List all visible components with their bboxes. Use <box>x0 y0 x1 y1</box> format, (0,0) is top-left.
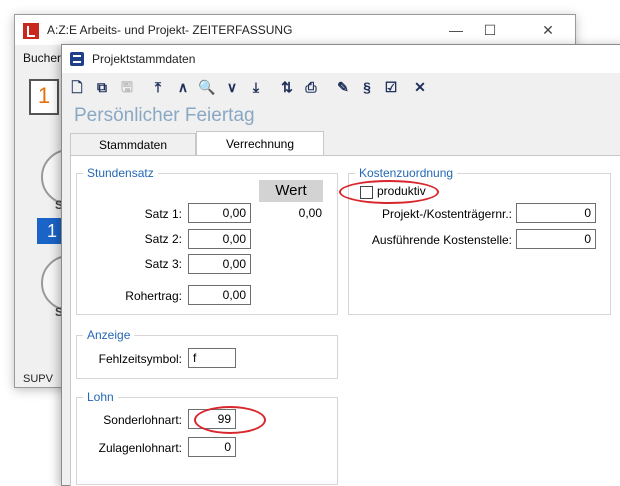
dialog-titlebar: Projektstammdaten <box>62 45 620 73</box>
fehlzeitsymbol-field[interactable]: f <box>188 348 236 368</box>
save-icon[interactable]: 🖫 <box>118 77 136 97</box>
satz2-field[interactable]: 0,00 <box>188 229 251 249</box>
fehlzeitsymbol-label: Fehlzeitsymbol: <box>98 352 182 366</box>
print-icon[interactable]: ⎙ <box>302 77 320 97</box>
first-record-icon[interactable]: ⤒ <box>149 77 167 97</box>
kostenstelle-label: Ausführende Kostenstelle: <box>371 233 512 247</box>
close-window-icon[interactable]: ✕ <box>539 21 557 39</box>
copy-icon[interactable]: ⧉ <box>93 77 111 97</box>
annotation-ellipse-produktiv <box>339 180 439 204</box>
status-bar: SUPV I <box>23 373 63 385</box>
menu-item-buchen[interactable]: Bucher <box>23 51 61 65</box>
rohertrag-label: Rohertrag: <box>125 289 182 303</box>
sort-icon[interactable]: ⇅ <box>278 77 296 97</box>
search-icon[interactable]: 🔍 <box>198 77 216 97</box>
new-icon[interactable]: 🗋 <box>68 77 86 97</box>
main-window-title: A:Z:E Arbeits- und Projekt- ZEITERFASSUN… <box>47 23 293 37</box>
page-title: Persönlicher Feiertag <box>74 105 255 126</box>
satz3-label: Satz 3: <box>144 257 182 271</box>
pen-edit-icon[interactable]: ✎ <box>334 77 352 97</box>
paragraph-icon[interactable]: § <box>358 77 376 97</box>
group-title-stundensatz: Stundensatz <box>83 166 158 180</box>
group-title-lohn: Lohn <box>83 390 118 404</box>
group-title-kostenzuordnung: Kostenzuordnung <box>355 166 458 180</box>
app-logo-icon <box>23 23 39 39</box>
status-text: SUPV <box>23 373 53 385</box>
dialog-title: Projektstammdaten <box>92 52 196 66</box>
group-title-anzeige: Anzeige <box>83 328 135 342</box>
maximize-icon[interactable]: ☐ <box>481 21 499 39</box>
wert-value: 0,00 <box>298 206 322 220</box>
previous-record-icon[interactable]: ∧ <box>174 77 192 97</box>
checklist-icon[interactable]: ☑ <box>382 77 400 97</box>
toolbar: 🗋 ⧉ 🖫 ⤒ ∧ 🔍 ∨ ⤓ ⇅ ⎙ ✎ § ☑ ✕ <box>62 75 620 101</box>
sonderlohnart-label: Sonderlohnart: <box>103 413 182 427</box>
tab-stammdaten[interactable]: Stammdaten <box>70 133 196 155</box>
zulagenlohnart-label: Zulagenlohnart: <box>98 441 182 455</box>
annotation-ellipse-sonderlohnart <box>194 406 266 434</box>
minimize-icon[interactable]: — <box>447 21 465 39</box>
big-number-badge[interactable]: 1 <box>29 79 59 115</box>
next-record-icon[interactable]: ∨ <box>223 77 241 97</box>
projekt-field[interactable]: 0 <box>516 203 596 223</box>
tab-verrechnung[interactable]: Verrechnung <box>196 131 324 156</box>
main-titlebar: A:Z:E Arbeits- und Projekt- ZEITERFASSUN… <box>15 15 575 45</box>
satz1-field[interactable]: 0,00 <box>188 203 251 223</box>
rohertrag-field[interactable]: 0,00 <box>188 285 251 305</box>
zulagenlohnart-field[interactable]: 0 <box>188 437 236 457</box>
wert-column-header: Wert <box>259 180 323 202</box>
close-icon[interactable]: ✕ <box>411 77 429 97</box>
last-record-icon[interactable]: ⤓ <box>247 77 265 97</box>
satz3-field[interactable]: 0,00 <box>188 254 251 274</box>
kostenstelle-field[interactable]: 0 <box>516 229 596 249</box>
dialog-app-icon <box>70 52 84 66</box>
projekt-label: Projekt-/Kostenträgernr.: <box>381 207 512 221</box>
satz1-label: Satz 1: <box>144 207 182 221</box>
satz2-label: Satz 2: <box>144 232 182 246</box>
projektstammdaten-dialog: Projektstammdaten 🗋 ⧉ 🖫 ⤒ ∧ 🔍 ∨ ⤓ ⇅ ⎙ ✎ … <box>61 44 620 486</box>
